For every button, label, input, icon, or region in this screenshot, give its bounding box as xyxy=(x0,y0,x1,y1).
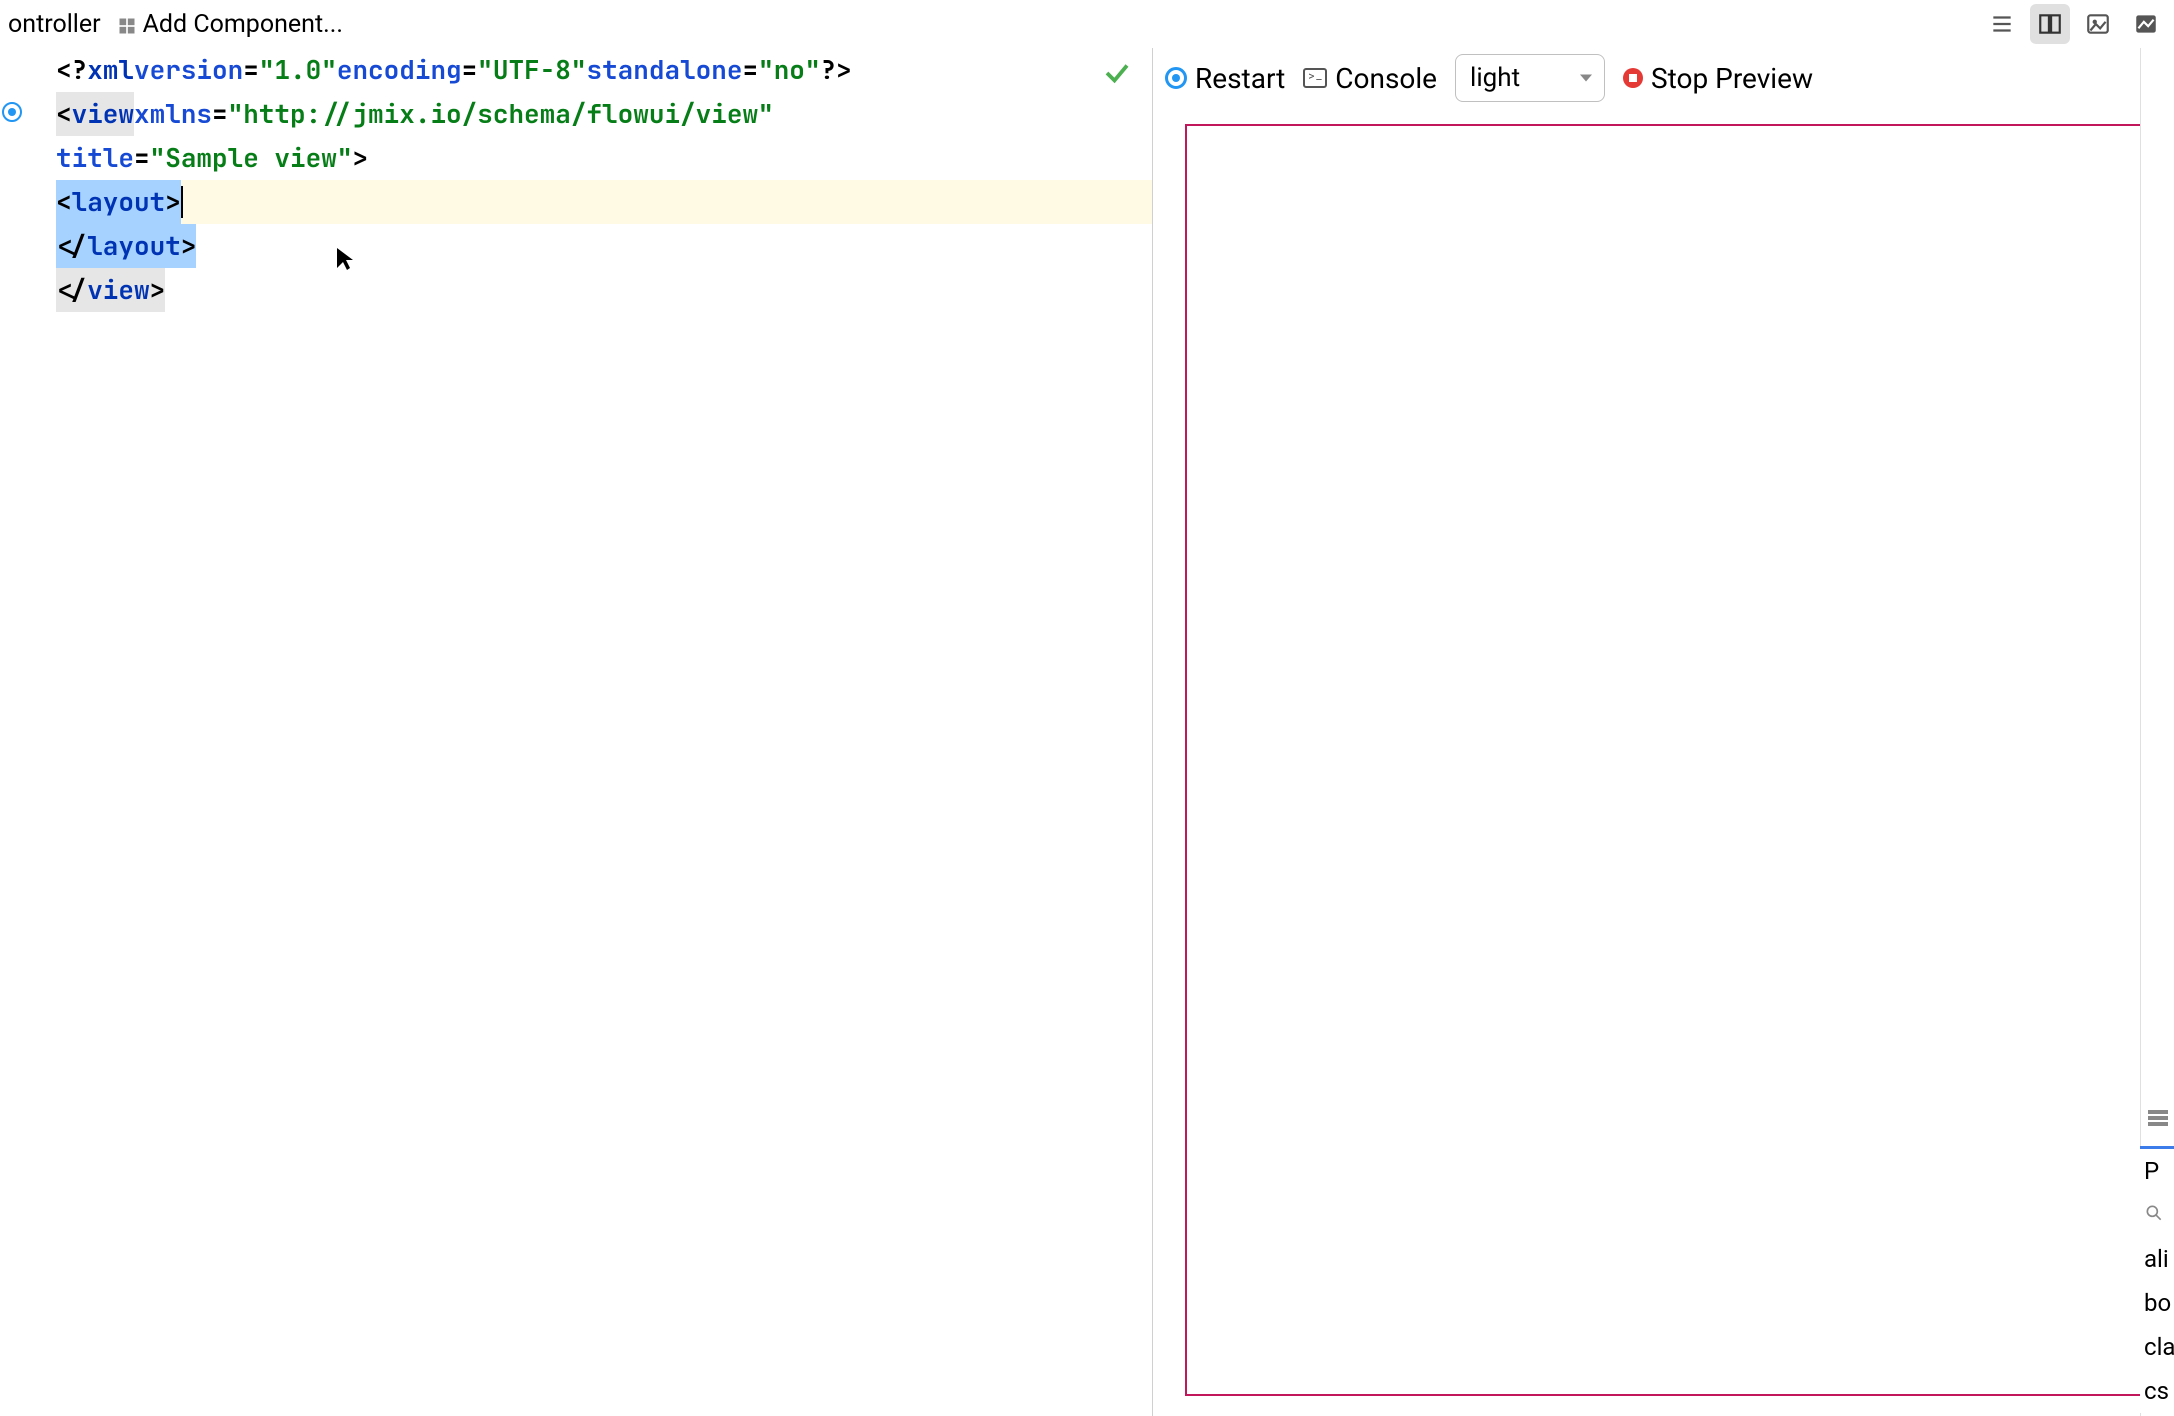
stop-preview-label: Stop Preview xyxy=(1651,62,1813,95)
toolbar-right xyxy=(1982,4,2166,44)
property-row[interactable]: ali xyxy=(2140,1237,2174,1281)
restart-label: Restart xyxy=(1195,62,1285,95)
property-row[interactable]: cla xyxy=(2140,1325,2174,1369)
search-icon[interactable] xyxy=(2140,1193,2174,1237)
view-mode-split-icon[interactable] xyxy=(2030,4,2070,44)
preview-pane: Restart Console light Stop Preview P xyxy=(1152,48,2174,1416)
text-caret xyxy=(181,186,183,218)
properties-panel-partial: P ali bo cla cs xyxy=(2140,1146,2174,1413)
console-label: Console xyxy=(1335,62,1437,95)
preview-canvas[interactable] xyxy=(1185,124,2142,1396)
gutter-marker-icon[interactable] xyxy=(0,100,24,124)
view-mode-image-icon[interactable] xyxy=(2126,4,2166,44)
property-row[interactable]: bo xyxy=(2140,1281,2174,1325)
theme-select[interactable]: light xyxy=(1455,54,1605,102)
toolbar-left: ontroller Add Component... xyxy=(8,10,343,39)
add-component-button[interactable]: Add Component... xyxy=(117,10,343,39)
code-line[interactable]: </layout> xyxy=(56,224,1152,268)
console-button[interactable]: Console xyxy=(1303,62,1437,95)
main-area: <?xml version="1.0" encoding="UTF-8" sta… xyxy=(0,48,2174,1416)
stop-icon xyxy=(1623,68,1643,88)
theme-value: light xyxy=(1470,63,1520,93)
code-line[interactable]: <layout> xyxy=(56,180,1152,224)
controller-tab[interactable]: ontroller xyxy=(8,10,101,39)
console-icon xyxy=(1303,68,1327,88)
code-line[interactable]: <?xml version="1.0" encoding="UTF-8" sta… xyxy=(56,48,1152,92)
properties-panel-icon[interactable] xyxy=(2144,1106,2172,1130)
editor-gutter xyxy=(0,48,56,1416)
properties-tab[interactable]: P xyxy=(2140,1146,2174,1193)
code-line[interactable]: <view xmlns="http://jmix.io/schema/flowu… xyxy=(56,92,1152,136)
code-content[interactable]: <?xml version="1.0" encoding="UTF-8" sta… xyxy=(56,48,1152,1416)
restart-icon xyxy=(1165,67,1187,89)
add-component-label: Add Component... xyxy=(143,10,343,39)
code-editor[interactable]: <?xml version="1.0" encoding="UTF-8" sta… xyxy=(0,48,1152,1416)
code-line[interactable]: </view> xyxy=(56,268,1152,312)
controller-label: ontroller xyxy=(8,10,101,39)
code-line[interactable]: title="Sample view"> xyxy=(56,136,1152,180)
property-row[interactable]: cs xyxy=(2140,1369,2174,1413)
component-icon xyxy=(117,14,137,34)
view-mode-preview-icon[interactable] xyxy=(2078,4,2118,44)
view-mode-list-icon[interactable] xyxy=(1982,4,2022,44)
preview-toolbar: Restart Console light Stop Preview xyxy=(1153,48,2174,108)
stop-preview-button[interactable]: Stop Preview xyxy=(1623,62,1813,95)
top-toolbar: ontroller Add Component... xyxy=(0,0,2174,48)
restart-button[interactable]: Restart xyxy=(1165,62,1285,95)
